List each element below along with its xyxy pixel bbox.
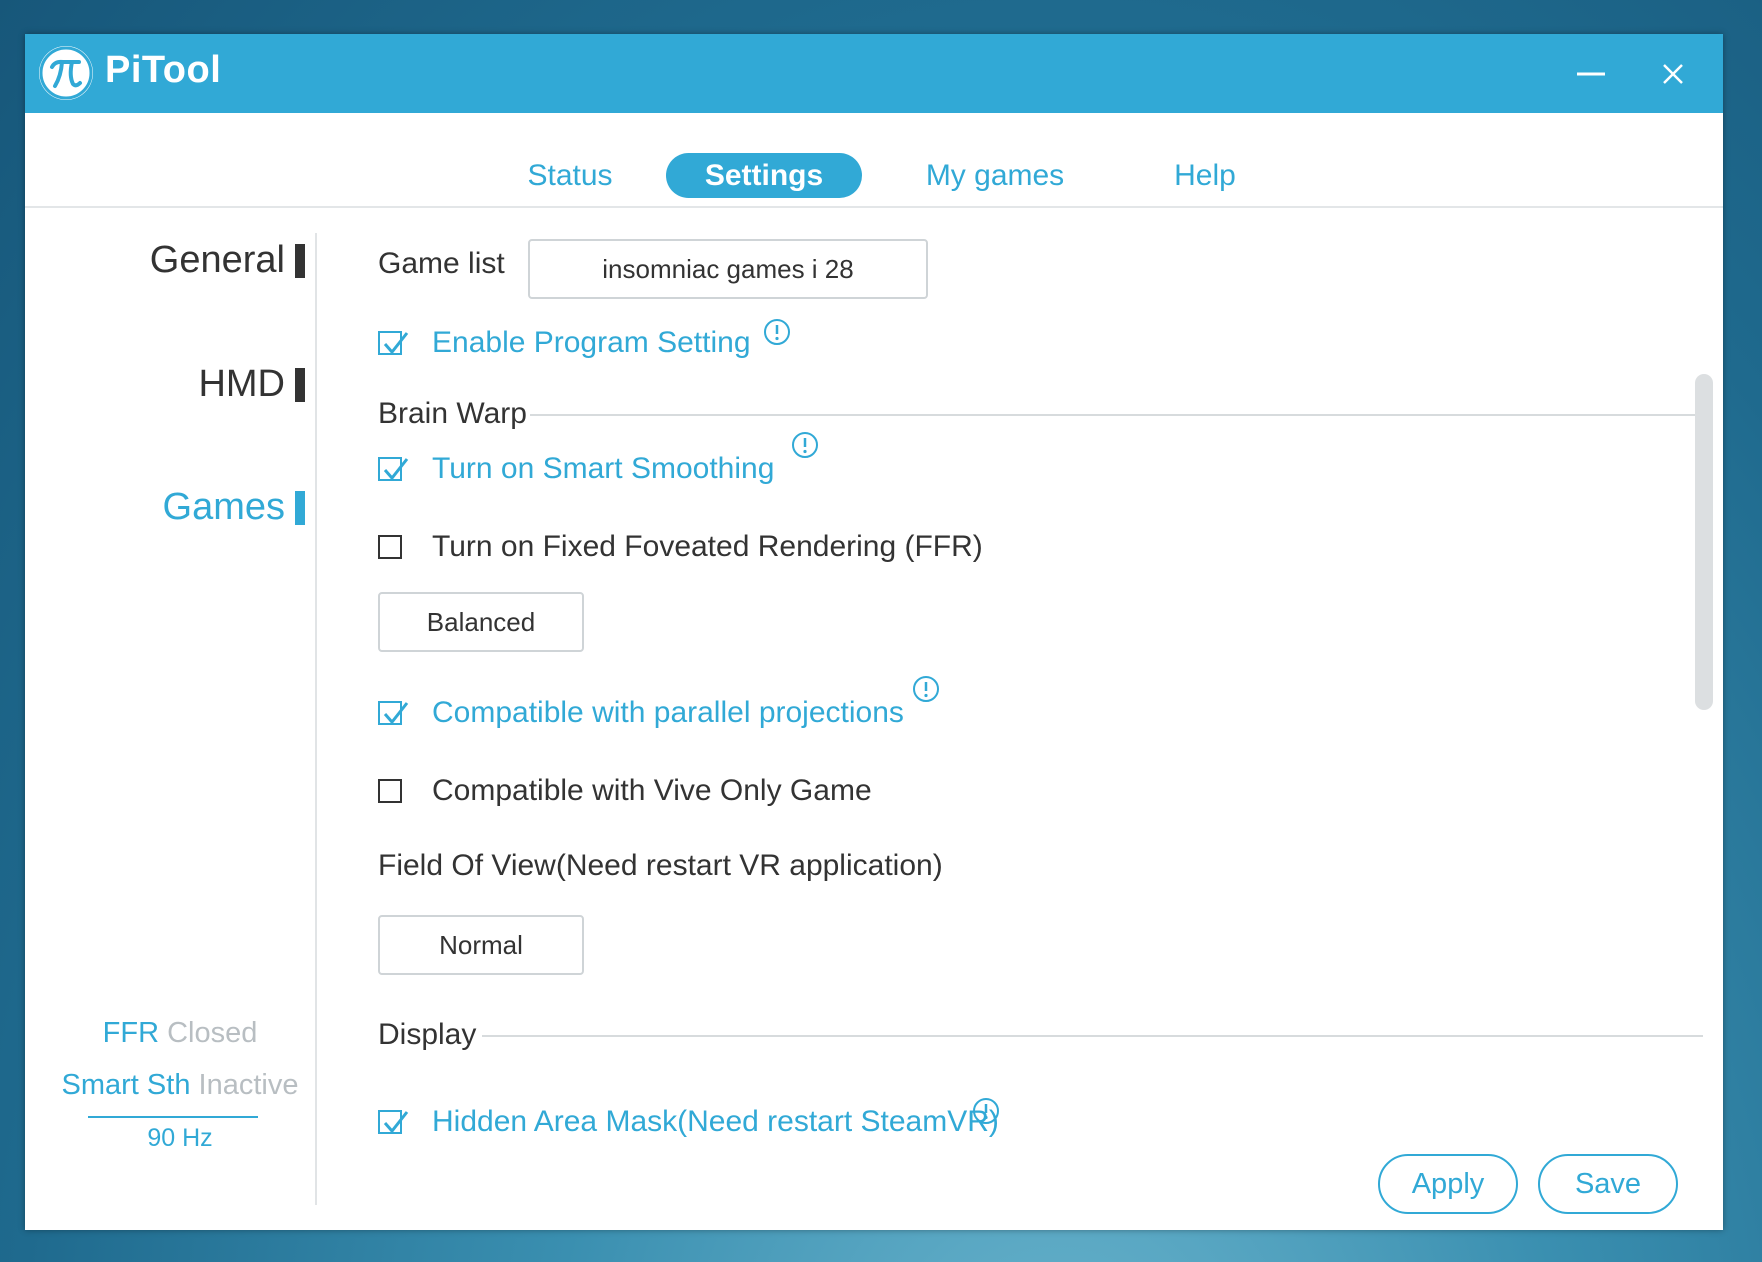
save-button[interactable]: Save bbox=[1538, 1154, 1678, 1214]
hidden-area-mask-checkbox[interactable]: Hidden Area Mask(Need restart SteamVR) bbox=[378, 1105, 999, 1139]
check-icon bbox=[383, 1111, 409, 1134]
tab-help[interactable]: Help bbox=[1135, 153, 1275, 198]
game-list-label: Game list bbox=[378, 247, 505, 280]
smart-smoothing-status: Smart Sth Inactive bbox=[55, 1069, 305, 1102]
info-icon[interactable] bbox=[972, 1097, 1000, 1125]
parallel-projections-label: Compatible with parallel projections bbox=[432, 696, 904, 729]
enable-program-setting-label: Enable Program Setting bbox=[432, 326, 751, 359]
game-list-select[interactable]: insomniac games i 28 bbox=[528, 239, 928, 299]
sidebar-item-label: HMD bbox=[198, 363, 285, 405]
enable-program-setting-checkbox[interactable]: Enable Program Setting bbox=[378, 326, 751, 360]
checkbox-unchecked bbox=[378, 779, 402, 803]
status-divider bbox=[88, 1116, 258, 1118]
sidebar-item-general[interactable]: General bbox=[150, 239, 305, 282]
smart-smoothing-status-key: Smart Sth bbox=[61, 1069, 191, 1101]
minimize-button[interactable] bbox=[1569, 52, 1613, 96]
sidebar-divider bbox=[315, 233, 317, 1205]
brain-warp-divider bbox=[530, 414, 1703, 416]
main-tabs: Status Settings My games Help bbox=[25, 113, 1723, 208]
sidebar-item-games[interactable]: Games bbox=[163, 486, 305, 529]
sidebar-marker bbox=[295, 367, 305, 402]
checkbox-unchecked bbox=[378, 535, 402, 559]
tab-settings[interactable]: Settings bbox=[666, 153, 862, 198]
check-icon bbox=[383, 332, 409, 355]
fov-select[interactable]: Normal bbox=[378, 915, 584, 975]
app-title: PiTool bbox=[105, 49, 222, 91]
sidebar-marker bbox=[295, 490, 305, 525]
vive-only-label: Compatible with Vive Only Game bbox=[432, 774, 872, 807]
info-icon[interactable] bbox=[763, 318, 791, 346]
ffr-checkbox[interactable]: Turn on Fixed Foveated Rendering (FFR) bbox=[378, 530, 983, 564]
fov-label: Field Of View(Need restart VR applicatio… bbox=[378, 849, 943, 882]
check-icon bbox=[383, 458, 409, 481]
tab-status[interactable]: Status bbox=[500, 153, 640, 198]
hidden-area-mask-label: Hidden Area Mask(Need restart SteamVR) bbox=[432, 1105, 999, 1138]
close-button[interactable] bbox=[1651, 52, 1695, 96]
sidebar-marker bbox=[295, 243, 305, 278]
tab-my-games[interactable]: My games bbox=[905, 153, 1085, 198]
close-icon bbox=[1663, 64, 1683, 84]
sidebar-item-label: Games bbox=[162, 486, 285, 528]
minimize-icon bbox=[1577, 72, 1605, 76]
checkbox-checked bbox=[378, 457, 409, 481]
sidebar-item-hmd[interactable]: HMD bbox=[198, 363, 305, 406]
smart-smoothing-checkbox[interactable]: Turn on Smart Smoothing bbox=[378, 452, 774, 486]
ffr-level-select[interactable]: Balanced bbox=[378, 592, 584, 652]
pitool-logo-icon bbox=[39, 46, 93, 100]
ffr-status-value: Closed bbox=[167, 1017, 258, 1049]
brain-warp-title: Brain Warp bbox=[378, 397, 527, 430]
scrollbar-thumb[interactable] bbox=[1695, 374, 1713, 710]
checkbox-checked bbox=[378, 1110, 409, 1134]
ffr-status-key: FFR bbox=[102, 1017, 160, 1049]
display-divider bbox=[482, 1035, 1703, 1037]
ffr-status: FFR Closed bbox=[55, 1017, 305, 1050]
sidebar-item-label: General bbox=[149, 239, 285, 281]
smart-smoothing-status-value: Inactive bbox=[198, 1069, 299, 1101]
vive-only-checkbox[interactable]: Compatible with Vive Only Game bbox=[378, 774, 872, 808]
refresh-rate: 90 Hz bbox=[147, 1124, 213, 1152]
title-bar: PiTool bbox=[25, 34, 1723, 113]
ffr-label: Turn on Fixed Foveated Rendering (FFR) bbox=[432, 530, 983, 563]
info-icon[interactable] bbox=[912, 675, 940, 703]
checkbox-checked bbox=[378, 701, 409, 725]
check-icon bbox=[383, 702, 409, 725]
parallel-projections-checkbox[interactable]: Compatible with parallel projections bbox=[378, 696, 904, 730]
smart-smoothing-label: Turn on Smart Smoothing bbox=[432, 452, 775, 485]
display-title: Display bbox=[378, 1018, 477, 1051]
pitool-window: PiTool Status Settings My games Help Gen… bbox=[25, 34, 1723, 1230]
checkbox-checked bbox=[378, 331, 409, 355]
apply-button[interactable]: Apply bbox=[1378, 1154, 1518, 1214]
info-icon[interactable] bbox=[791, 431, 819, 459]
